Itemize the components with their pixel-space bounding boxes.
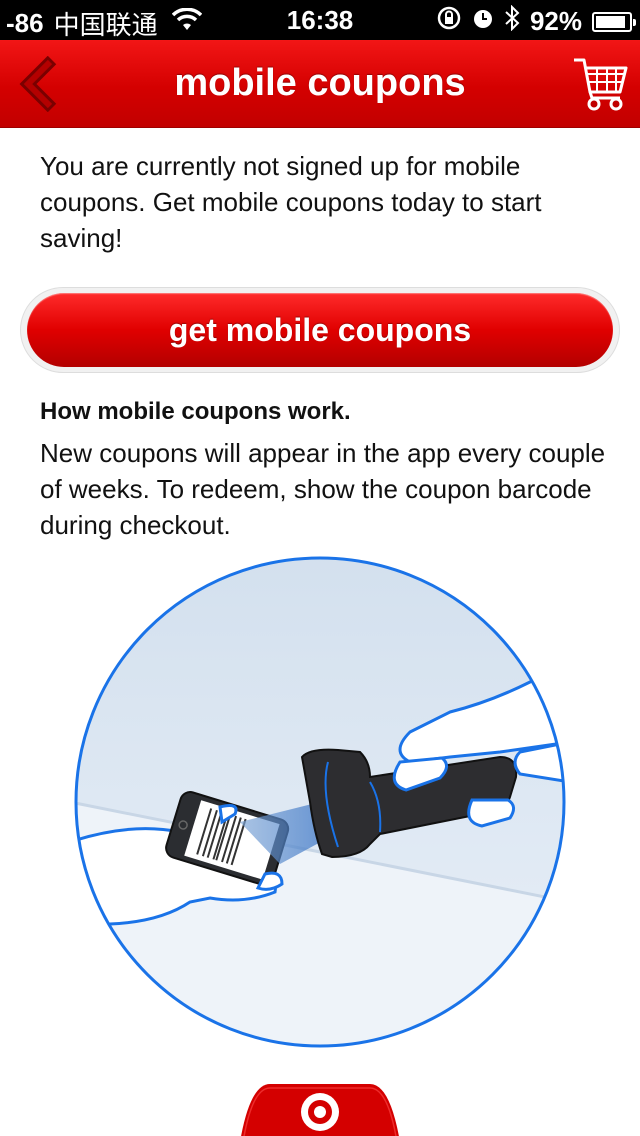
intro-message: You are currently not signed up for mobi… [40,151,542,253]
rotation-lock-icon [436,5,462,38]
how-it-works-text: New coupons will appear in the app every… [40,438,606,540]
get-mobile-coupons-button[interactable]: get mobile coupons [27,293,613,367]
status-right: 92% [426,4,636,38]
home-tab[interactable] [240,1082,400,1136]
screen: -86 中国联通 16:38 92% mobile coupons You ar… [0,0,640,1136]
alarm-icon [472,6,494,37]
target-logo-icon [241,1084,399,1136]
battery-icon [592,11,636,32]
cart-button[interactable] [570,52,630,116]
status-bar: -86 中国联通 16:38 92% [0,0,640,40]
page-title: mobile coupons [174,62,466,104]
scanner-illustration [70,552,570,1052]
nav-bar: mobile coupons [0,40,640,128]
how-it-works-heading: How mobile coupons work. [40,398,351,425]
battery-fill [596,15,625,28]
battery-percent: 92% [529,6,582,36]
bluetooth-icon [504,4,520,38]
shopping-cart-icon [574,58,628,111]
cta-container: get mobile coupons [20,287,620,373]
